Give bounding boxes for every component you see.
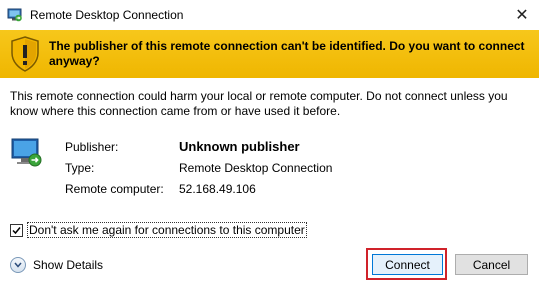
warning-banner: The publisher of this remote connection … [0,30,539,78]
cancel-button[interactable]: Cancel [455,254,528,275]
dont-ask-again-label[interactable]: Don't ask me again for connections to th… [27,222,307,238]
type-value: Remote Desktop Connection [179,161,333,175]
remote-computer-icon [10,136,44,170]
publisher-value: Unknown publisher [179,139,300,154]
type-label: Type: [65,161,95,175]
dont-ask-again-option[interactable]: Don't ask me again for connections to th… [10,222,307,238]
remote-computer-value: 52.168.49.106 [179,182,256,196]
show-details-label: Show Details [33,258,104,272]
close-button[interactable]: ✕ [505,0,539,30]
checkmark-icon [12,226,21,234]
dont-ask-again-checkbox[interactable] [10,223,23,237]
chevron-down-icon [10,257,26,273]
connect-button[interactable]: Connect [372,254,443,275]
publisher-label: Publisher: [65,140,119,154]
show-details-toggle[interactable]: Show Details [10,257,103,273]
remote-computer-label: Remote computer: [65,182,164,196]
close-icon: ✕ [515,7,529,24]
window-title: Remote Desktop Connection [30,8,184,22]
risk-description: This remote connection could harm your l… [10,89,508,118]
remote-desktop-icon [7,7,23,23]
warning-message: The publisher of this remote connection … [49,39,525,68]
title-bar: Remote Desktop Connection ✕ [0,0,539,30]
warning-shield-icon [10,36,40,72]
